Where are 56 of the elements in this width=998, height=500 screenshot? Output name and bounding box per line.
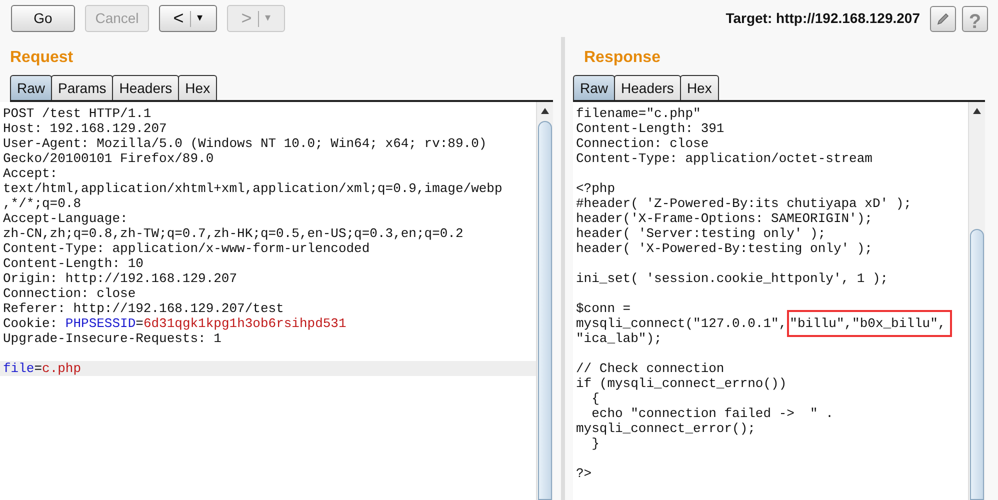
request-line: Cookie: PHPSESSID=6d31qgk1kpg1h3ob6rsihpd531 bbox=[3, 316, 346, 331]
request-line: Referer: http://192.168.129.207/test bbox=[3, 301, 284, 316]
response-line: Connection: close bbox=[576, 136, 709, 151]
response-line: echo "connection failed -> " . bbox=[590, 406, 834, 421]
request-line: Accept-Language: bbox=[3, 211, 128, 226]
annotation-box: "billu","b0x_billu", bbox=[786, 310, 952, 337]
response-line: mysqli_connect_error(); bbox=[576, 421, 756, 436]
editor-tab[interactable]: Hex bbox=[680, 75, 719, 100]
response-line: { bbox=[590, 391, 600, 406]
response-line: Content-Length: 391 bbox=[576, 121, 724, 136]
edit-button[interactable] bbox=[930, 6, 956, 32]
editor-tab[interactable]: Headers bbox=[112, 75, 180, 100]
scroll-up-icon bbox=[973, 108, 981, 114]
editor-tab[interactable]: Hex bbox=[178, 75, 218, 100]
request-line: POST /test HTTP/1.1 bbox=[3, 106, 152, 121]
response-line: #header( 'Z-Powered-By:its chutiyapa xD' ); bbox=[576, 196, 912, 211]
editor-tab[interactable]: Raw bbox=[573, 75, 616, 100]
response-title: Response bbox=[583, 48, 662, 68]
response-line: <?php bbox=[576, 181, 616, 196]
editor-tab[interactable]: Params bbox=[51, 75, 114, 100]
response-line: filename="c.php" bbox=[576, 106, 701, 121]
request-title: Request bbox=[9, 48, 74, 68]
response-line: header( 'Server:testing only' ); bbox=[576, 226, 826, 241]
pencil-icon bbox=[935, 10, 951, 26]
go-button[interactable]: Go bbox=[11, 5, 75, 32]
scrollbar[interactable] bbox=[968, 102, 985, 500]
request-line: Content-Length: 10 bbox=[3, 256, 144, 271]
response-line: mysqli_connect("127.0.0.1", bbox=[576, 316, 787, 331]
response-line: if (mysqli_connect_errno()) bbox=[576, 376, 787, 391]
request-line: Origin: http://192.168.129.207 bbox=[3, 271, 238, 286]
target-label: Target: http://192.168.129.207 bbox=[726, 9, 920, 28]
request-line: ,*/*;q=0.8 bbox=[3, 196, 82, 211]
scroll-up-icon bbox=[541, 108, 549, 114]
request-line: User-Agent: Mozilla/5.0 (Windows NT 10.0; Win64; x64; rv:89.0) bbox=[3, 136, 487, 151]
back-button[interactable]: < ▾ bbox=[159, 5, 217, 32]
request-line: file=c.php bbox=[3, 361, 82, 376]
request-line: Connection: close bbox=[3, 286, 136, 301]
response-line: ?> bbox=[576, 466, 592, 481]
request-line: zh-CN,zh;q=0.8,zh-TW;q=0.7,zh-HK;q=0.5,en-US;q=0.3,en;q=0.2 bbox=[3, 226, 464, 241]
editor-tab[interactable]: Raw bbox=[10, 75, 52, 100]
response-line: "ica_lab"); bbox=[576, 331, 662, 346]
response-line: ini_set( 'session.cookie_httponly', 1 ); bbox=[576, 271, 888, 286]
request-line: Host: 192.168.129.207 bbox=[3, 121, 167, 136]
request-line: Content-Type: application/x-www-form-urlencoded bbox=[3, 241, 370, 256]
response-line: } bbox=[590, 436, 600, 451]
response-line: Content-Type: application/octet-stream bbox=[576, 151, 872, 166]
response-line: // Check connection bbox=[576, 361, 724, 376]
request-line: Upgrade-Insecure-Requests: 1 bbox=[3, 331, 222, 346]
scrollbar[interactable] bbox=[536, 102, 553, 500]
request-line: text/html,application/xhtml+xml,application/xml;q=0.9,image/webp bbox=[3, 181, 502, 196]
editor-tab[interactable]: Headers bbox=[614, 75, 681, 100]
request-line: Accept: bbox=[3, 166, 58, 181]
response-line: $conn = bbox=[576, 301, 631, 316]
request-line: Gecko/20100101 Firefox/89.0 bbox=[3, 151, 214, 166]
response-line: header( 'X-Powered-By:testing only' ); bbox=[576, 241, 872, 256]
response-line: header('X-Frame-Options: SAMEORIGIN'); bbox=[576, 211, 872, 226]
